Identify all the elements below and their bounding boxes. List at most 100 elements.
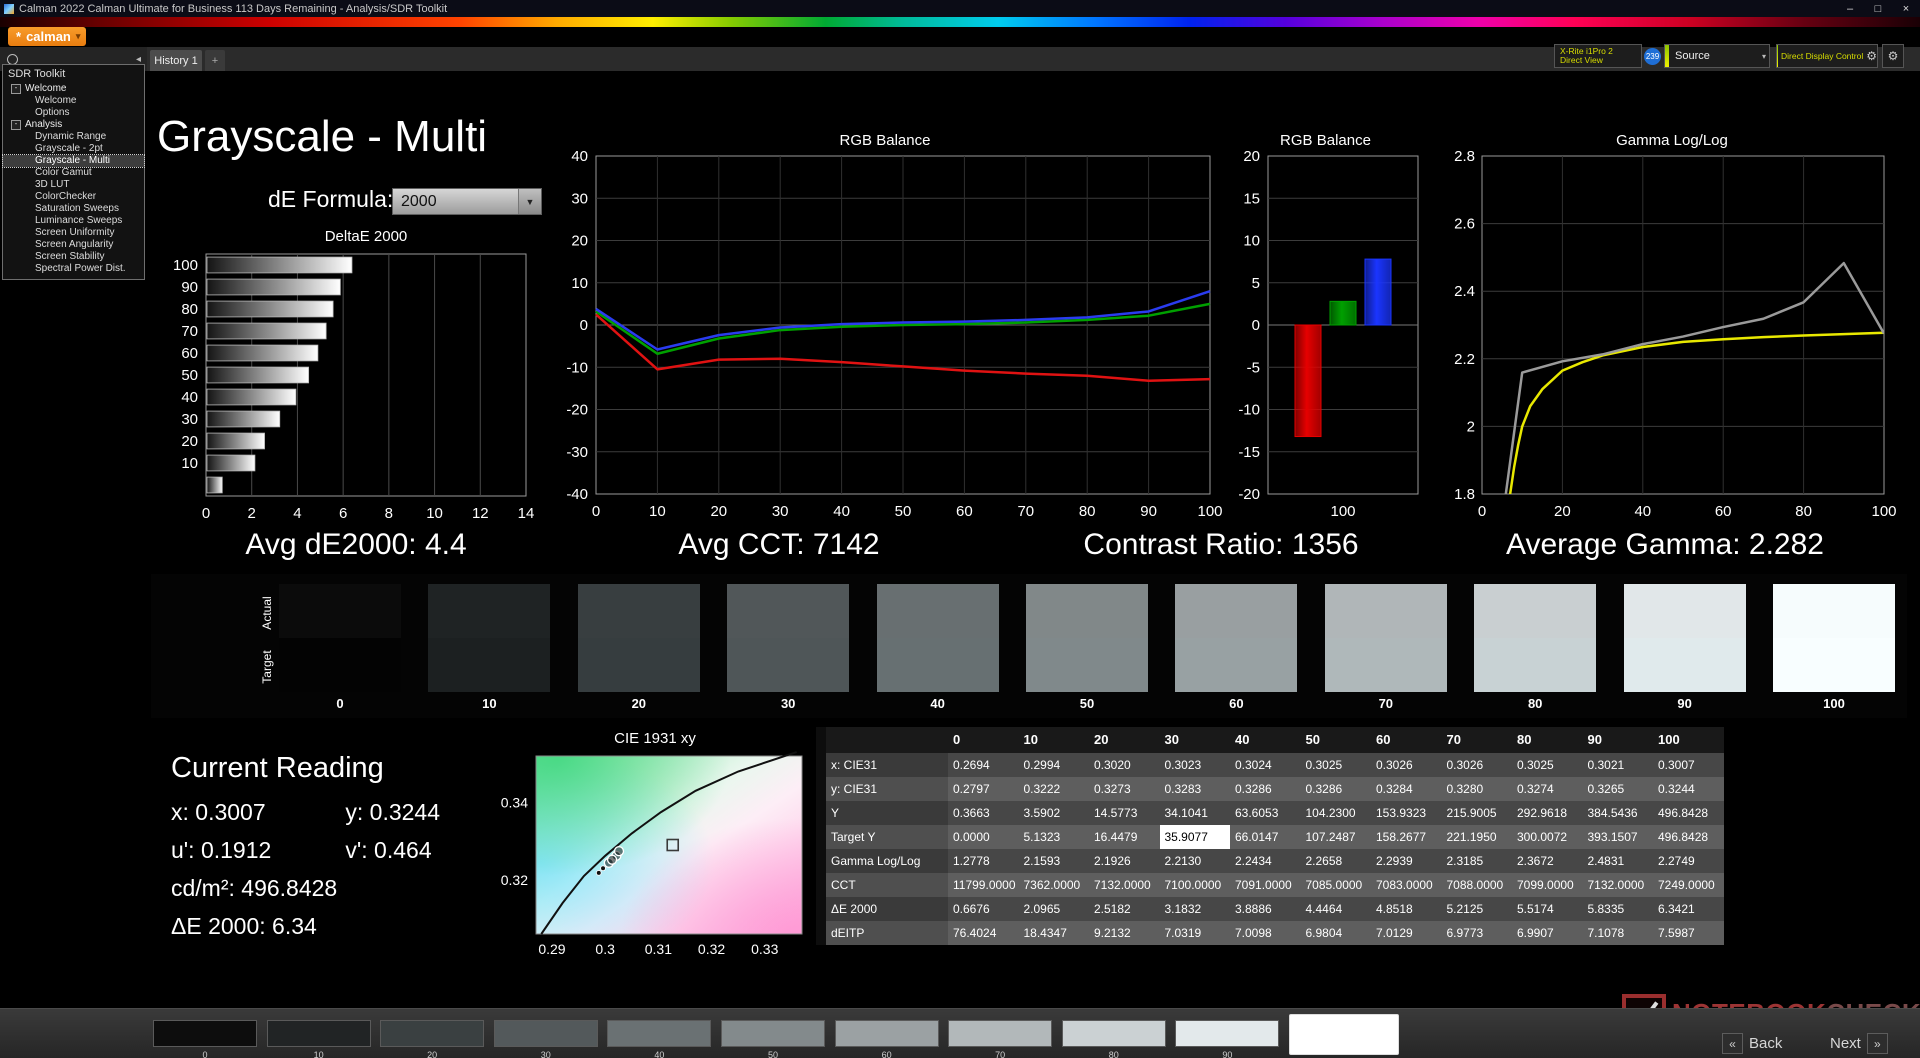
table-cell[interactable]: 7091.0000	[1230, 873, 1301, 897]
sidebar-item-luminance-sweeps[interactable]: Luminance Sweeps	[3, 215, 144, 227]
table-cell[interactable]: 2.0965	[1018, 897, 1089, 921]
table-cell[interactable]: 7083.0000	[1371, 873, 1442, 897]
table-cell[interactable]: 7.1078	[1582, 921, 1653, 945]
table-cell[interactable]: 7.0319	[1159, 921, 1230, 945]
sidebar-item-grayscale-2pt[interactable]: Grayscale - 2pt	[3, 143, 144, 155]
table-cell[interactable]: 5.5174	[1512, 897, 1583, 921]
table-cell[interactable]: 2.2658	[1300, 849, 1371, 873]
table-cell[interactable]: 0.3265	[1582, 777, 1653, 801]
table-cell[interactable]: 66.0147	[1230, 825, 1301, 849]
table-cell[interactable]: 0.3025	[1512, 753, 1583, 777]
table-cell[interactable]: 0.3280	[1441, 777, 1512, 801]
collapse-icon[interactable]: -	[11, 120, 21, 130]
table-cell[interactable]: 7.5987	[1653, 921, 1724, 945]
level-button-80[interactable]	[1061, 1020, 1166, 1047]
sidebar-item-colorchecker[interactable]: ColorChecker	[3, 191, 144, 203]
table-cell[interactable]: 2.3185	[1441, 849, 1512, 873]
table-cell[interactable]: 7085.0000	[1300, 873, 1371, 897]
table-cell[interactable]: 0.3021	[1582, 753, 1653, 777]
table-cell[interactable]: 9.2132	[1089, 921, 1160, 945]
table-cell[interactable]: 2.5182	[1089, 897, 1160, 921]
table-cell[interactable]: 215.9005	[1441, 801, 1512, 825]
table-cell[interactable]: 7249.0000	[1653, 873, 1724, 897]
table-cell[interactable]: 0.2994	[1018, 753, 1089, 777]
table-cell[interactable]: 7100.0000	[1159, 873, 1230, 897]
level-button-20[interactable]	[380, 1020, 485, 1047]
meter-button[interactable]: X-Rite i1Pro 2 Direct View	[1554, 44, 1642, 68]
table-cell[interactable]: 0.3007	[1653, 753, 1724, 777]
table-cell[interactable]: 4.4464	[1300, 897, 1371, 921]
sidebar-item-screen-uniformity[interactable]: Screen Uniformity	[3, 227, 144, 239]
table-cell[interactable]: 0.3283	[1159, 777, 1230, 801]
tree-section-welcome[interactable]: - Welcome	[3, 83, 144, 95]
table-cell[interactable]: 5.2125	[1441, 897, 1512, 921]
settings-button[interactable]: ⚙	[1882, 44, 1904, 68]
minimize-button[interactable]: –	[1836, 3, 1864, 15]
table-cell[interactable]: 384.5436	[1582, 801, 1653, 825]
table-cell[interactable]: 16.4479	[1089, 825, 1160, 849]
table-cell[interactable]: 11799.0000	[948, 873, 1019, 897]
sidebar-item-spectral-power-dist[interactable]: Spectral Power Dist.	[3, 263, 144, 275]
table-cell[interactable]: 0.3024	[1230, 753, 1301, 777]
table-cell[interactable]: 0.3244	[1653, 777, 1724, 801]
table-cell[interactable]: 0.3023	[1159, 753, 1230, 777]
sidebar-item-dynamic-range[interactable]: Dynamic Range	[3, 131, 144, 143]
table-cell[interactable]: 393.1507	[1582, 825, 1653, 849]
level-button-10[interactable]	[266, 1020, 371, 1047]
table-cell[interactable]: 1.2778	[948, 849, 1019, 873]
sidebar-item-screen-stability[interactable]: Screen Stability	[3, 251, 144, 263]
table-cell[interactable]: 0.0000	[948, 825, 1019, 849]
level-button-0[interactable]	[153, 1020, 257, 1047]
table-cell[interactable]: 0.3273	[1089, 777, 1160, 801]
table-cell[interactable]: 0.3020	[1089, 753, 1160, 777]
collapse-icon[interactable]: -	[11, 84, 21, 94]
table-cell[interactable]: 0.2797	[948, 777, 1019, 801]
table-cell[interactable]: 7088.0000	[1441, 873, 1512, 897]
tree-section-analysis[interactable]: - Analysis	[3, 119, 144, 131]
sidebar-item-color-gamut[interactable]: Color Gamut	[3, 167, 144, 179]
table-cell[interactable]: 3.8886	[1230, 897, 1301, 921]
table-cell[interactable]: 0.6676	[948, 897, 1019, 921]
table-cell[interactable]: 104.2300	[1300, 801, 1371, 825]
table-cell[interactable]: 2.2130	[1159, 849, 1230, 873]
table-cell[interactable]: 2.2939	[1371, 849, 1442, 873]
table-cell[interactable]: 2.2434	[1230, 849, 1301, 873]
sidebar-item-screen-angularity[interactable]: Screen Angularity	[3, 239, 144, 251]
table-cell[interactable]: 496.8428	[1653, 825, 1724, 849]
de-formula-select[interactable]: 2000 ▼	[392, 188, 542, 215]
table-cell[interactable]: 300.0072	[1512, 825, 1583, 849]
table-cell[interactable]: 0.3025	[1300, 753, 1371, 777]
maximize-button[interactable]: □	[1864, 3, 1892, 15]
table-cell[interactable]: 2.1593	[1018, 849, 1089, 873]
table-cell[interactable]: 0.3663	[948, 801, 1019, 825]
table-cell[interactable]: 292.9618	[1512, 801, 1583, 825]
level-button-40[interactable]	[607, 1020, 712, 1047]
table-cell[interactable]: 5.8335	[1582, 897, 1653, 921]
table-cell[interactable]: 0.3222	[1018, 777, 1089, 801]
table-cell[interactable]: 153.9323	[1371, 801, 1442, 825]
tab-history-1[interactable]: History 1	[150, 50, 202, 71]
table-cell[interactable]: 4.8518	[1371, 897, 1442, 921]
table-cell[interactable]: 6.3421	[1653, 897, 1724, 921]
calman-menu-button[interactable]: * calman ▾	[8, 27, 87, 46]
table-cell[interactable]: 0.3026	[1441, 753, 1512, 777]
table-cell[interactable]: 158.2677	[1371, 825, 1442, 849]
table-cell[interactable]: 3.5902	[1018, 801, 1089, 825]
table-cell[interactable]: 3.1832	[1159, 897, 1230, 921]
level-button-90[interactable]	[1175, 1020, 1280, 1047]
table-cell[interactable]: 107.2487	[1300, 825, 1371, 849]
table-cell[interactable]: 7099.0000	[1512, 873, 1583, 897]
add-tab-button[interactable]: +	[205, 50, 225, 71]
level-button-30[interactable]	[493, 1020, 598, 1047]
level-button-70[interactable]	[948, 1020, 1053, 1047]
table-cell[interactable]: 5.1323	[1018, 825, 1089, 849]
table-cell[interactable]: 2.1926	[1089, 849, 1160, 873]
table-cell[interactable]: 76.4024	[948, 921, 1019, 945]
table-cell[interactable]: 2.4831	[1582, 849, 1653, 873]
table-cell[interactable]: 63.6053	[1230, 801, 1301, 825]
table-cell[interactable]: 7132.0000	[1582, 873, 1653, 897]
table-cell[interactable]: 0.3284	[1371, 777, 1442, 801]
table-cell[interactable]: 2.2749	[1653, 849, 1724, 873]
table-cell[interactable]: 6.9804	[1300, 921, 1371, 945]
table-cell[interactable]: 7.0098	[1230, 921, 1301, 945]
